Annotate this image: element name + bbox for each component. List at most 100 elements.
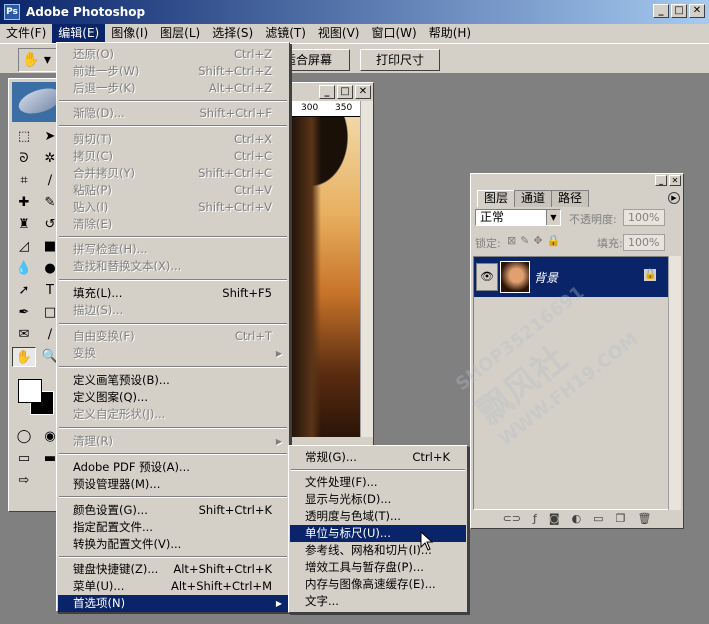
- menu-item-define-shape[interactable]: 定义自定形状(J)...: [58, 406, 288, 423]
- hand-tool-icon[interactable]: ✋: [12, 347, 36, 367]
- document-vertical-scrollbar[interactable]: [360, 101, 373, 437]
- chevron-right-icon: ▶: [275, 349, 282, 358]
- menu-layer[interactable]: 图层(L): [154, 24, 206, 43]
- clone-stamp-tool-icon[interactable]: ♜: [12, 215, 36, 235]
- menu-item-transparency-gamut[interactable]: 透明度与色域(T)...: [290, 508, 466, 525]
- new-layer-icon[interactable]: ❐: [616, 510, 626, 528]
- layers-vertical-scrollbar[interactable]: [668, 256, 681, 510]
- menu-window[interactable]: 窗口(W): [365, 24, 422, 43]
- minimize-button[interactable]: _: [653, 4, 669, 18]
- menu-item-fade[interactable]: 渐隐(D)... Shift+Ctrl+F: [58, 105, 288, 122]
- menu-item-preset-manager[interactable]: 预设管理器(M)...: [58, 476, 288, 493]
- layer-mask-icon[interactable]: ◙: [549, 510, 560, 528]
- layer-name: 背景: [534, 271, 559, 285]
- menu-item-find-replace[interactable]: 查找和替换文本(X)...: [58, 258, 288, 275]
- menu-item-memory-cache[interactable]: 内存与图像高速缓存(E)...: [290, 576, 466, 593]
- opacity-input[interactable]: 100%: [623, 209, 665, 226]
- menu-item-color-settings[interactable]: 颜色设置(G)... Shift+Ctrl+K: [58, 502, 288, 519]
- menu-help[interactable]: 帮助(H): [423, 24, 477, 43]
- app-title: Adobe Photoshop: [26, 5, 146, 19]
- menu-item-type[interactable]: 文字...: [290, 593, 466, 610]
- marquee-tool-icon[interactable]: ⬚: [12, 127, 36, 147]
- color-swatches: [12, 373, 60, 421]
- menu-item-convert-profile[interactable]: 转换为配置文件(V)...: [58, 536, 288, 553]
- menu-item-paste[interactable]: 粘贴(P) Ctrl+V: [58, 182, 288, 199]
- menu-item-define-brush[interactable]: 定义画笔预设(B)...: [58, 372, 288, 389]
- menu-item-spell-check[interactable]: 拼写检查(H)...: [58, 241, 288, 258]
- tab-paths[interactable]: 路径: [551, 190, 590, 207]
- layer-style-icon[interactable]: ƒ: [533, 510, 537, 528]
- menu-item-paste-into[interactable]: 贴入(I) Shift+Ctrl+V: [58, 199, 288, 216]
- menu-item-display-cursors[interactable]: 显示与光标(D)...: [290, 491, 466, 508]
- tab-channels[interactable]: 通道: [514, 190, 553, 207]
- panel-minimize-button[interactable]: _: [655, 175, 667, 186]
- tab-layers[interactable]: 图层: [477, 190, 516, 207]
- chevron-down-icon: ▼: [546, 210, 560, 225]
- tool-preset-picker[interactable]: ✋ ▾: [18, 48, 58, 72]
- menu-filter[interactable]: 滤镜(T): [259, 24, 312, 43]
- menu-item-copy[interactable]: 拷贝(C) Ctrl+C: [58, 148, 288, 165]
- notes-tool-icon[interactable]: ✉: [12, 325, 36, 345]
- menu-item-keyboard-shortcuts[interactable]: 键盘快捷键(Z)... Alt+Shift+Ctrl+K: [58, 561, 288, 578]
- maximize-button[interactable]: □: [671, 4, 687, 18]
- fill-input[interactable]: 100%: [623, 234, 665, 251]
- link-icon[interactable]: ⊂⊃: [503, 510, 521, 528]
- lasso-tool-icon[interactable]: ᘐ: [12, 149, 36, 169]
- close-button[interactable]: ✕: [689, 4, 705, 18]
- menu-item-copy-merged[interactable]: 合并拷贝(Y) Shift+Ctrl+C: [58, 165, 288, 182]
- menu-image[interactable]: 图像(I): [105, 24, 154, 43]
- lock-icons[interactable]: ⊠✎✥🔒: [507, 234, 564, 247]
- menu-item-units-rulers[interactable]: 单位与标尺(U)...: [290, 525, 466, 542]
- menu-item-guides-grid-slices[interactable]: 参考线、网格和切片(I)...: [290, 542, 466, 559]
- menu-item-menus[interactable]: 菜单(U)... Alt+Shift+Ctrl+M: [58, 578, 288, 595]
- document-canvas[interactable]: [291, 117, 361, 437]
- menu-item-purge[interactable]: 清理(R) ▶: [58, 433, 288, 450]
- eraser-tool-icon[interactable]: ◿: [12, 237, 36, 257]
- blur-tool-icon[interactable]: 💧: [12, 259, 36, 279]
- menu-item-clear[interactable]: 清除(E): [58, 216, 288, 233]
- mouse-cursor-icon: [420, 531, 434, 551]
- doc-maximize-button[interactable]: □: [337, 85, 353, 99]
- menu-item-free-transform[interactable]: 自由变换(F) Ctrl+T: [58, 328, 288, 345]
- foreground-color-swatch[interactable]: [18, 379, 42, 403]
- panel-close-button[interactable]: ✕: [669, 175, 681, 186]
- eye-icon[interactable]: 👁: [476, 263, 498, 291]
- screen-mode-standard-icon[interactable]: ▭: [12, 449, 36, 469]
- menu-item-pdf-presets[interactable]: Adobe PDF 预设(A)...: [58, 459, 288, 476]
- menu-item-stroke[interactable]: 描边(S)...: [58, 302, 288, 319]
- menu-item-cut[interactable]: 剪切(T) Ctrl+X: [58, 131, 288, 148]
- panel-menu-icon[interactable]: ▶: [668, 192, 680, 204]
- menu-item-step-forward[interactable]: 前进一步(W) Shift+Ctrl+Z: [58, 63, 288, 80]
- menu-item-general[interactable]: 常规(G)... Ctrl+K: [290, 449, 466, 466]
- jump-to-imageready-icon[interactable]: ⇨: [12, 471, 36, 491]
- healing-brush-tool-icon[interactable]: ✚: [12, 193, 36, 213]
- menu-item-step-backward[interactable]: 后退一步(K) Alt+Ctrl+Z: [58, 80, 288, 97]
- adjustment-layer-icon[interactable]: ◐: [572, 510, 582, 528]
- mode-grid: ◯ ◉ ▭ ▬ ⇨: [9, 425, 63, 493]
- pen-tool-icon[interactable]: ✒: [12, 303, 36, 323]
- menu-item-undo[interactable]: 还原(O) Ctrl+Z: [58, 46, 288, 63]
- feather-logo-icon: [15, 83, 60, 119]
- menu-select[interactable]: 选择(S): [206, 24, 259, 43]
- menu-edit[interactable]: 编辑(E): [52, 24, 106, 43]
- trash-icon[interactable]: 🗑: [637, 510, 651, 528]
- toolbox-header[interactable]: [12, 82, 60, 122]
- menu-item-define-pattern[interactable]: 定义图案(Q)...: [58, 389, 288, 406]
- menu-item-preferences[interactable]: 首选项(N) ▶: [58, 595, 288, 612]
- menu-item-assign-profile[interactable]: 指定配置文件...: [58, 519, 288, 536]
- doc-close-button[interactable]: ✕: [355, 85, 371, 99]
- menu-item-fill[interactable]: 填充(L)... Shift+F5: [58, 285, 288, 302]
- menu-view[interactable]: 视图(V): [312, 24, 366, 43]
- menu-item-plugins-scratch-disks[interactable]: 增效工具与暂存盘(P)...: [290, 559, 466, 576]
- layer-row-background[interactable]: 👁 背景 🔒: [474, 257, 668, 297]
- path-selection-tool-icon[interactable]: ➚: [12, 281, 36, 301]
- doc-minimize-button[interactable]: _: [319, 85, 335, 99]
- menu-file[interactable]: 文件(F): [0, 24, 52, 43]
- blend-mode-select[interactable]: 正常 ▼: [475, 209, 561, 226]
- menu-item-file-handling[interactable]: 文件处理(F)...: [290, 474, 466, 491]
- menu-item-transform[interactable]: 变换 ▶: [58, 345, 288, 362]
- crop-tool-icon[interactable]: ⌗: [12, 171, 36, 191]
- new-group-icon[interactable]: ▭: [593, 510, 603, 528]
- print-size-button[interactable]: 打印尺寸: [360, 49, 440, 71]
- standard-mode-icon[interactable]: ◯: [12, 427, 36, 447]
